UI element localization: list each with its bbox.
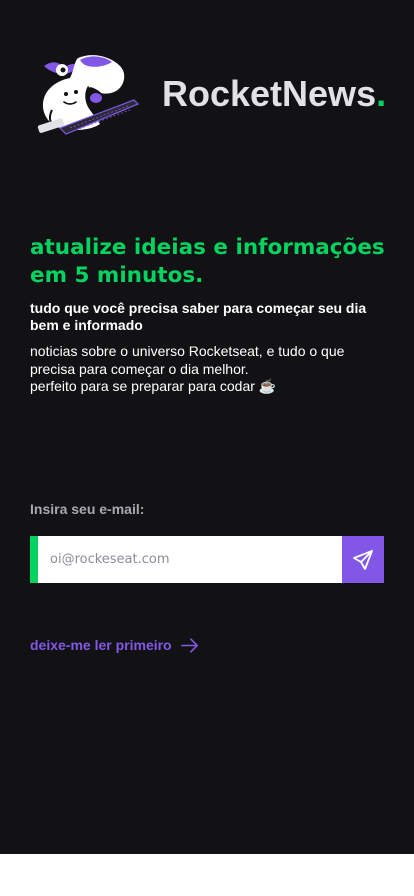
email-input[interactable]	[38, 536, 342, 583]
brand-name: RocketNews	[162, 73, 377, 114]
read-first-link[interactable]: deixe-me ler primeiro	[30, 637, 199, 653]
description-line-2: perfeito para se preparar para codar ☕	[30, 378, 277, 394]
brand-logo: RocketNews.	[162, 73, 386, 115]
hero-description: noticias sobre o universo Rocketseat, e …	[30, 343, 370, 396]
bottom-area	[0, 854, 414, 896]
landing-screen: RocketNews. atualize ideias e informaçõe…	[0, 0, 414, 854]
arrow-right-icon	[180, 637, 198, 653]
header: RocketNews.	[30, 48, 386, 140]
email-field-accent	[30, 536, 38, 583]
send-icon	[353, 549, 373, 570]
email-form	[30, 536, 384, 583]
hero-subheadline: tudo que você precisa saber para começar…	[30, 300, 367, 333]
hero-headline: atualize ideias e informações em 5 minut…	[30, 235, 385, 288]
astronaut-reading-illustration	[37, 55, 140, 135]
email-label: Insira seu e-mail:	[30, 501, 145, 517]
description-line-1: noticias sobre o universo Rocketseat, e …	[30, 343, 345, 377]
read-first-label: deixe-me ler primeiro	[30, 637, 172, 653]
send-button[interactable]	[342, 536, 384, 583]
brand-dot: .	[376, 73, 387, 114]
